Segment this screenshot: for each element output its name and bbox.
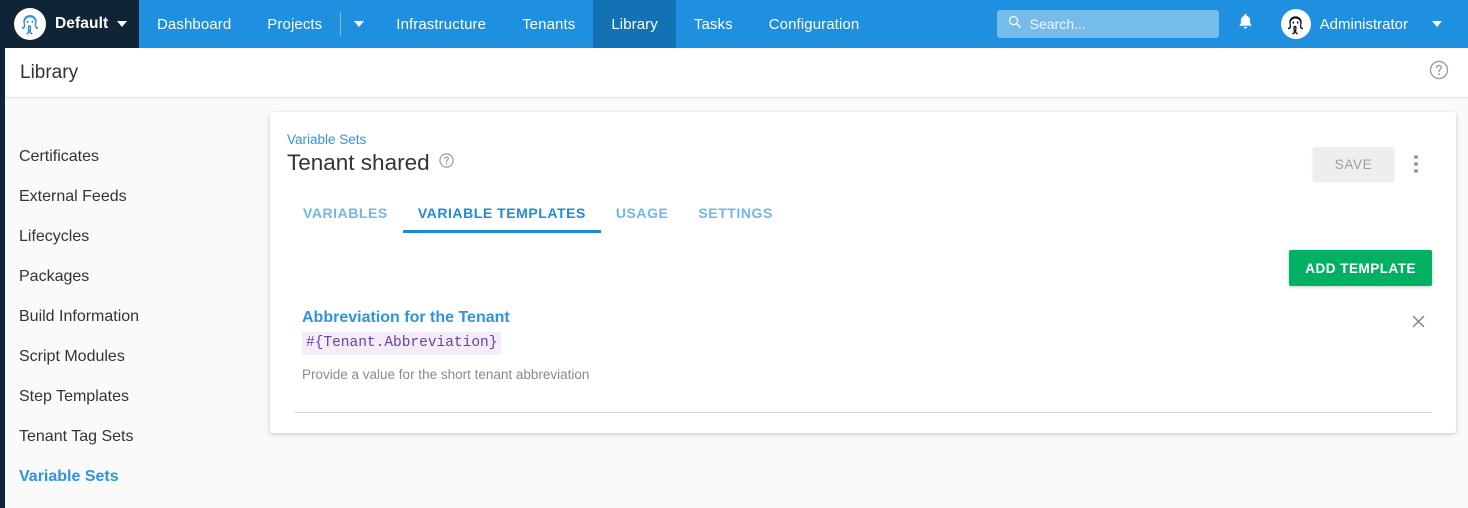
card-toolbar: ADD TEMPLATE: [270, 233, 1456, 286]
breadcrumb[interactable]: Variable Sets: [287, 132, 455, 147]
user-menu[interactable]: Administrator: [1273, 9, 1414, 39]
search-icon: [1007, 14, 1022, 34]
tab-variable-templates[interactable]: VARIABLE TEMPLATES: [402, 195, 601, 233]
add-template-button[interactable]: ADD TEMPLATE: [1289, 250, 1432, 286]
octopus-logo-icon: [14, 8, 46, 40]
library-sidebar: Certificates External Feeds Lifecycles P…: [5, 99, 270, 497]
card-title: Tenant shared: [287, 150, 430, 175]
vertical-dots-icon: [1414, 162, 1418, 166]
card-divider: [294, 412, 1432, 413]
help-circle-icon: [1428, 59, 1450, 86]
user-dropdown-button[interactable]: [1414, 21, 1456, 27]
card-header: Variable Sets Tenant shared SAVE: [270, 112, 1456, 181]
space-name-label: Default: [55, 15, 109, 32]
nav-item-configuration[interactable]: Configuration: [751, 0, 878, 48]
template-details: Abbreviation for the Tenant #{Tenant.Abb…: [302, 308, 1404, 385]
card-header-titles: Variable Sets Tenant shared: [287, 132, 455, 177]
projects-dropdown-button[interactable]: [340, 0, 378, 48]
bell-icon: [1236, 11, 1255, 37]
sidebar-item-build-information[interactable]: Build Information: [5, 297, 270, 337]
nav-item-tenants[interactable]: Tenants: [504, 0, 593, 48]
help-button[interactable]: [1426, 60, 1452, 86]
avatar: [1280, 9, 1311, 39]
chevron-down-icon: [354, 21, 365, 27]
content-area: Certificates External Feeds Lifecycles P…: [5, 99, 1468, 508]
variable-set-card: Variable Sets Tenant shared SAVE VARIABL…: [270, 112, 1456, 433]
remove-template-button[interactable]: [1404, 310, 1432, 338]
nav-item-dashboard[interactable]: Dashboard: [139, 0, 249, 48]
top-navigation-bar: Default Dashboard Projects Infrastructur…: [0, 0, 1468, 48]
sidebar-item-packages[interactable]: Packages: [5, 257, 270, 297]
space-switcher[interactable]: Default: [0, 0, 139, 48]
chevron-down-icon: [1432, 21, 1442, 27]
tab-usage[interactable]: USAGE: [601, 195, 684, 233]
tab-variables[interactable]: VARIABLES: [288, 195, 403, 233]
left-dark-rail: [0, 0, 5, 508]
chevron-down-icon: [117, 21, 128, 27]
nav-item-infrastructure[interactable]: Infrastructure: [378, 0, 504, 48]
sidebar-item-external-feeds[interactable]: External Feeds: [5, 177, 270, 217]
save-button[interactable]: SAVE: [1313, 147, 1394, 181]
tab-settings[interactable]: SETTINGS: [683, 195, 787, 233]
template-name-link[interactable]: Abbreviation for the Tenant: [302, 308, 510, 329]
vertical-dots-icon: [1414, 155, 1418, 159]
sidebar-item-certificates[interactable]: Certificates: [5, 137, 270, 177]
title-row: Tenant shared: [287, 149, 455, 177]
nav-item-library[interactable]: Library: [593, 0, 676, 48]
vertical-dots-icon: [1414, 169, 1418, 173]
template-help-text: Provide a value for the short tenant abb…: [302, 367, 590, 383]
sidebar-item-step-templates[interactable]: Step Templates: [5, 377, 270, 417]
card-tabs: VARIABLES VARIABLE TEMPLATES USAGE SETTI…: [270, 181, 1456, 233]
user-name-label: Administrator: [1319, 15, 1408, 33]
notifications-button[interactable]: [1219, 0, 1273, 48]
template-variable-token: #{Tenant.Abbreviation}: [302, 331, 502, 356]
nav-item-projects[interactable]: Projects: [249, 0, 340, 48]
nav-item-tasks[interactable]: Tasks: [676, 0, 751, 48]
template-row: Abbreviation for the Tenant #{Tenant.Abb…: [270, 308, 1456, 385]
sidebar-item-lifecycles[interactable]: Lifecycles: [5, 217, 270, 257]
page-header-bar: Library: [5, 48, 1468, 98]
page-title: Library: [20, 61, 79, 83]
primary-nav: Dashboard Projects Infrastructure Tenant…: [139, 0, 877, 48]
sidebar-item-script-modules[interactable]: Script Modules: [5, 337, 270, 377]
close-icon: [1410, 313, 1427, 335]
search-input[interactable]: Search...: [996, 10, 1219, 38]
help-circle-icon[interactable]: [438, 152, 455, 174]
sidebar-item-tenant-tag-sets[interactable]: Tenant Tag Sets: [5, 417, 270, 457]
overflow-menu-button[interactable]: [1400, 147, 1432, 181]
topnav-right-group: Search... Administrator: [996, 0, 1468, 48]
variable-template-list: Abbreviation for the Tenant #{Tenant.Abb…: [270, 286, 1456, 385]
card-header-actions: SAVE: [1313, 132, 1432, 181]
sidebar-item-variable-sets[interactable]: Variable Sets: [5, 457, 270, 497]
search-placeholder: Search...: [1029, 16, 1086, 32]
